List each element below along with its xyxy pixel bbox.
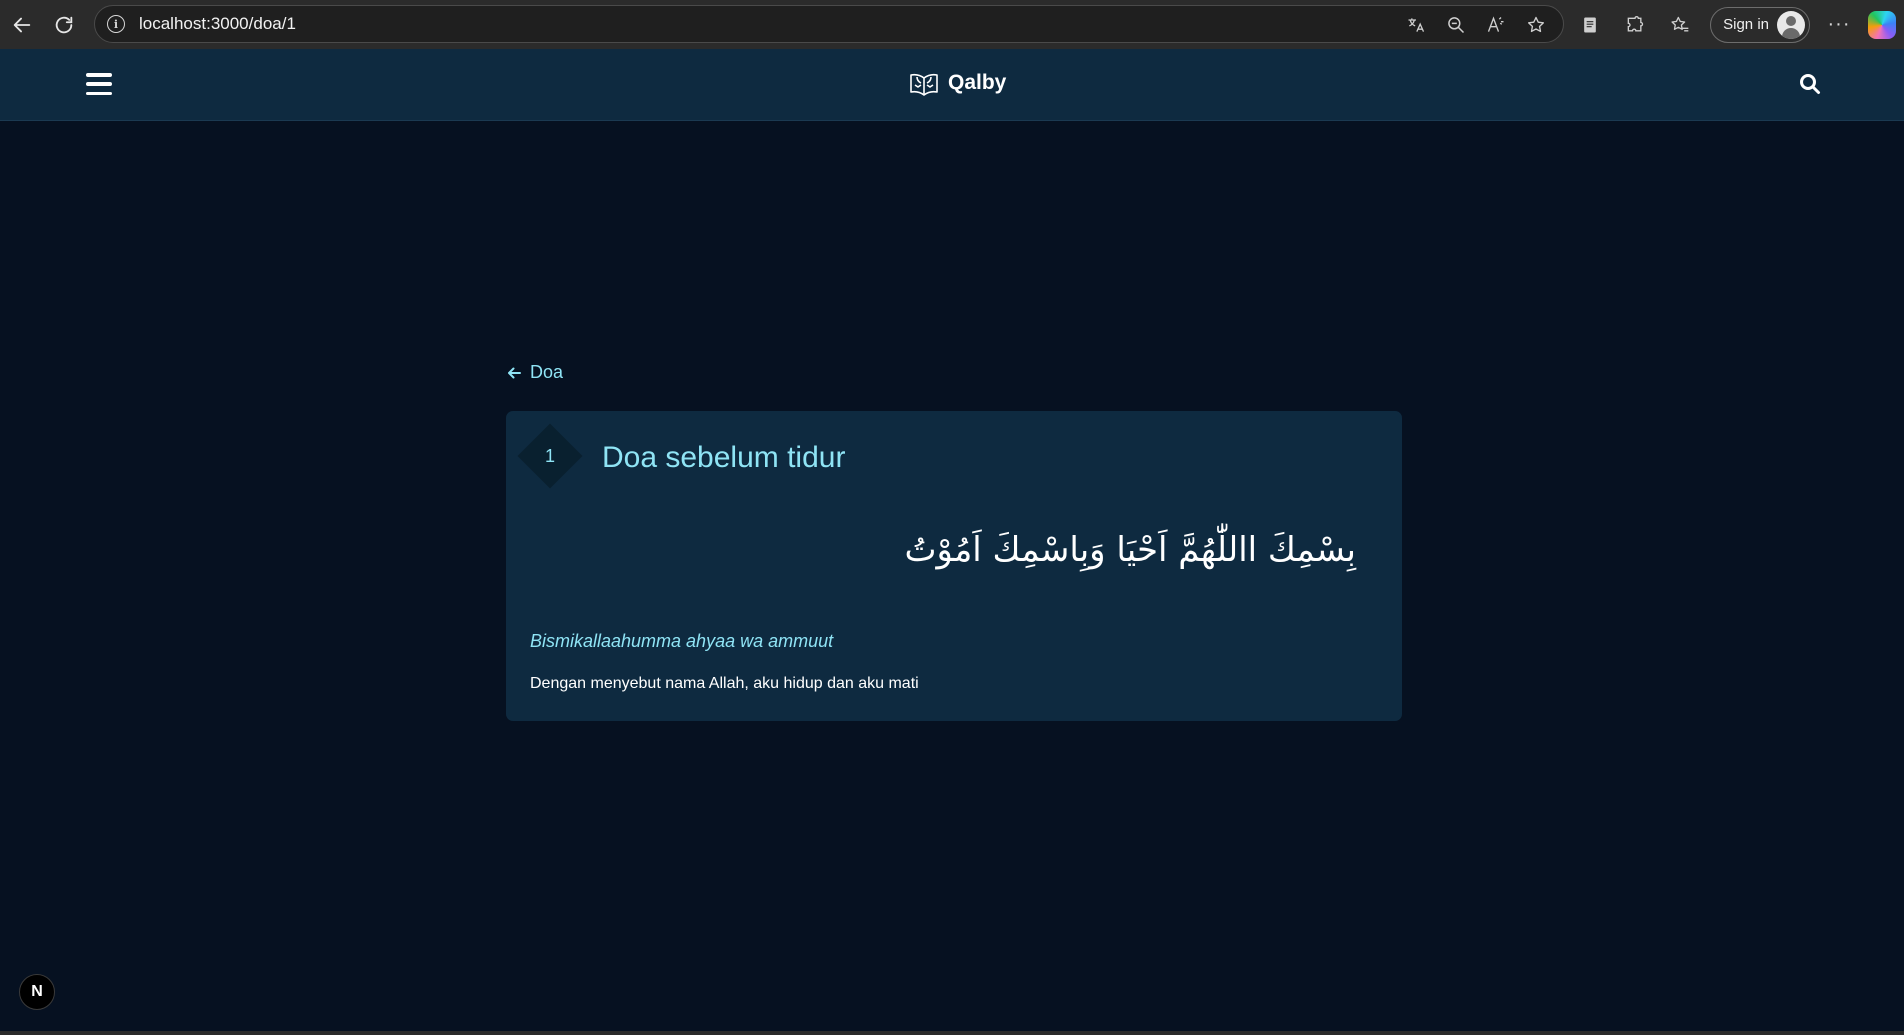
translation-text: Dengan menyebut nama Allah, aku hidup da… — [530, 675, 919, 692]
browser-toolbar: i localhost:3000/doa/1 Sign in ··· — [0, 0, 1904, 49]
doa-number: 1 — [544, 445, 555, 466]
open-book-icon — [910, 73, 938, 96]
arabic-text: بِسْمِكَ االلّٰهُمَّ اَحْيَا وَبِاسْمِكَ… — [904, 530, 1357, 570]
extensions-icon[interactable] — [1617, 7, 1653, 43]
reading-view-icon[interactable] — [1572, 7, 1608, 43]
info-icon[interactable]: i — [107, 15, 125, 33]
read-aloud-icon[interactable] — [1483, 12, 1509, 38]
profile-avatar-icon — [1777, 10, 1805, 39]
more-options-icon[interactable]: ··· — [1824, 13, 1854, 36]
back-icon[interactable] — [2, 5, 42, 45]
nextjs-dev-indicator[interactable]: N — [19, 974, 55, 1010]
doa-card: 1 Doa sebelum tidur بِسْمِكَ االلّٰهُمَّ… — [506, 411, 1402, 721]
brand-logo[interactable]: Qalby — [908, 69, 1006, 97]
latin-transliteration: Bismikallaahumma ahyaa wa ammuut — [530, 631, 834, 651]
refresh-icon[interactable] — [44, 5, 84, 45]
back-to-doa-link[interactable]: Doa — [506, 362, 563, 383]
arrow-left-icon — [508, 367, 521, 378]
favorites-icon[interactable] — [1662, 7, 1698, 43]
copilot-icon[interactable] — [1868, 10, 1896, 39]
brand-name: Qalby — [948, 71, 1007, 94]
search-icon[interactable] — [1798, 72, 1824, 98]
address-bar[interactable]: i localhost:3000/doa/1 — [94, 5, 1564, 43]
zoom-out-icon[interactable] — [1443, 12, 1469, 38]
window-bottom-edge — [0, 1031, 1904, 1035]
doa-title: Doa sebelum tidur — [602, 441, 846, 474]
hamburger-menu-icon[interactable] — [86, 73, 112, 95]
url-text[interactable]: localhost:3000/doa/1 — [139, 14, 296, 34]
sign-in-button[interactable]: Sign in — [1710, 6, 1810, 43]
favorite-star-icon[interactable] — [1523, 12, 1549, 38]
app-header: Qalby — [0, 49, 1904, 121]
back-link-label: Doa — [530, 362, 564, 382]
sign-in-label: Sign in — [1723, 16, 1769, 33]
translate-icon[interactable] — [1403, 12, 1429, 38]
